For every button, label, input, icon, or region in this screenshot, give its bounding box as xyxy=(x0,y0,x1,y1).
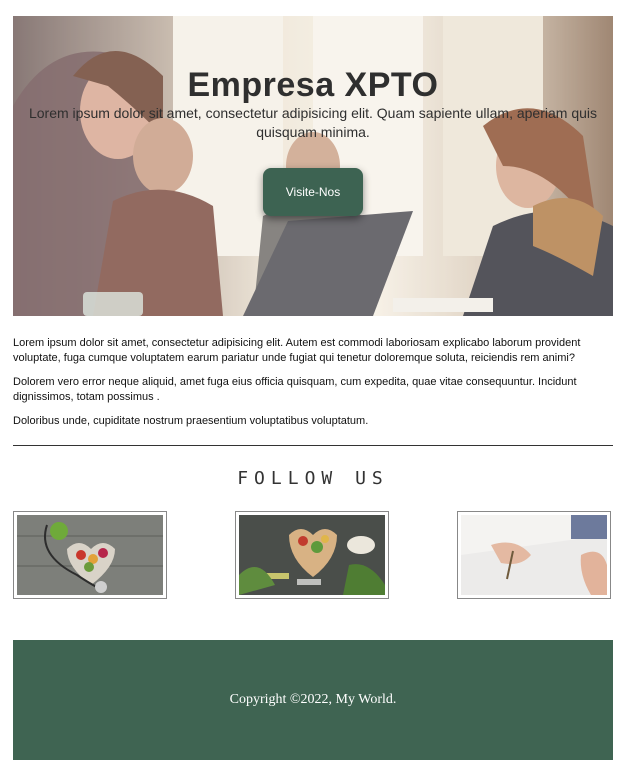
body-text: Lorem ipsum dolor sit amet, consectetur … xyxy=(13,316,613,446)
gallery-image-2[interactable] xyxy=(235,511,389,599)
paragraph-1: Lorem ipsum dolor sit amet, consectetur … xyxy=(13,337,581,364)
follow-gallery xyxy=(13,511,613,601)
stethoscope-heart-bowl-photo xyxy=(17,515,163,595)
vegetables-dumbbells-photo xyxy=(239,515,385,595)
section-divider xyxy=(13,445,613,446)
copyright-text: Copyright ©2022, My World. xyxy=(229,692,397,707)
visit-us-button[interactable]: Visite-Nos xyxy=(263,168,363,216)
hero-overlay xyxy=(13,16,613,316)
page: Empresa XPTO Lorem ipsum dolor sit amet,… xyxy=(13,16,613,760)
follow-us-heading: FOLLOW US xyxy=(237,468,389,489)
footer: Copyright ©2022, My World. xyxy=(13,640,613,760)
gallery-image-3[interactable] xyxy=(457,511,611,599)
paragraph-2: Dolorem vero error neque aliquid, amet f… xyxy=(13,376,577,403)
paragraph-3: Doloribus unde, cupiditate nostrum praes… xyxy=(13,415,369,427)
hero-banner: Empresa XPTO Lorem ipsum dolor sit amet,… xyxy=(13,16,613,316)
hero-subtitle: Lorem ipsum dolor sit amet, consectetur … xyxy=(28,105,598,140)
gallery-image-1[interactable] xyxy=(13,511,167,599)
writing-hand-photo xyxy=(461,515,607,595)
hero-title: Empresa XPTO xyxy=(187,66,439,104)
